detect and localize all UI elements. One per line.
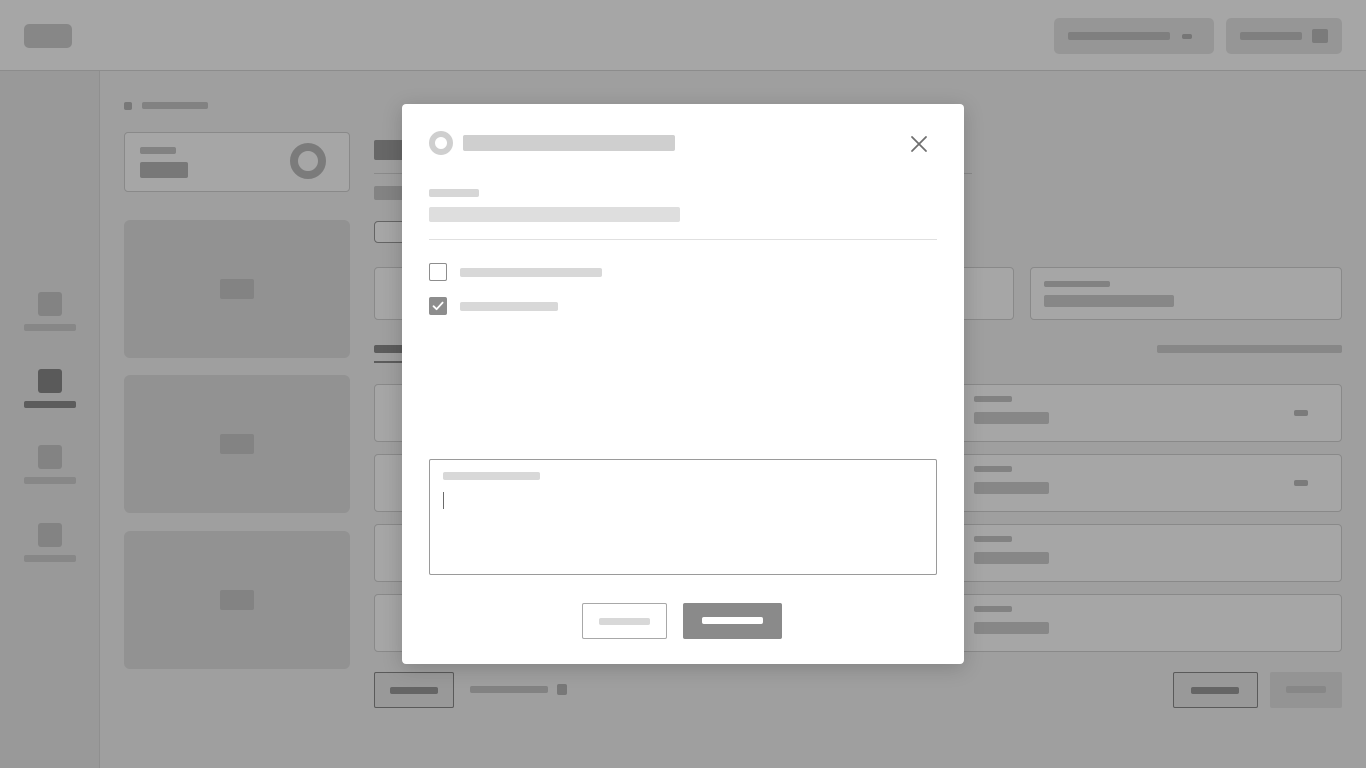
status-ring-icon [429,131,453,155]
notes-value [443,490,913,510]
option-checkbox-checked[interactable] [429,297,447,315]
notes-label [443,472,540,480]
close-icon[interactable] [909,134,929,154]
confirm-button-label [702,617,763,624]
field-label [429,189,479,197]
checkmark-icon [432,301,444,311]
text-cursor [443,492,444,509]
cancel-button[interactable] [582,603,667,639]
field-divider [429,239,937,240]
modal-dialog [402,104,964,664]
modal-title [463,135,675,151]
field-value [429,207,680,222]
option-checkbox[interactable] [429,263,447,281]
option-label [460,302,558,311]
notes-textarea[interactable] [429,459,937,575]
option-row[interactable] [429,296,937,316]
option-label [460,268,602,277]
option-row[interactable] [429,262,937,282]
confirm-button[interactable] [683,603,782,639]
cancel-button-label [599,618,650,625]
